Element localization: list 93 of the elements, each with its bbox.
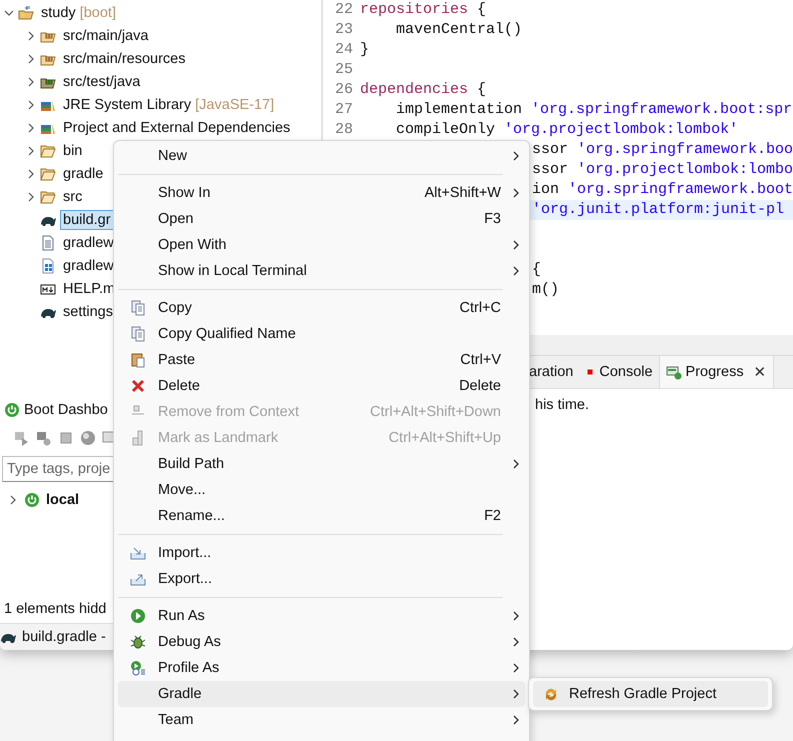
view-tab[interactable]: Progress ✕ — [658, 356, 774, 388]
paste-icon — [130, 352, 146, 368]
menu-item[interactable]: Import... — [118, 540, 525, 566]
status-text: build.gradle - — [22, 629, 106, 645]
menu-item[interactable]: Debug As — [118, 629, 525, 655]
delete-icon — [130, 378, 146, 394]
line-number: 28 — [334, 120, 354, 140]
stop-icon[interactable] — [58, 430, 74, 446]
folder-icon — [40, 188, 56, 204]
hidden-elements-note: 1 elements hidd — [4, 601, 106, 617]
menu-item[interactable]: Profile As — [118, 655, 525, 681]
menu-item[interactable]: Move... — [118, 477, 525, 503]
folder-icon — [40, 142, 56, 158]
collapsed-chevron-icon[interactable] — [26, 30, 36, 40]
code-line: 'org.junit.platform:junit-pl — [532, 200, 784, 220]
collapsed-chevron-icon[interactable] — [26, 146, 36, 156]
import-icon — [130, 545, 146, 561]
collapsed-chevron-icon[interactable] — [26, 122, 36, 132]
folder-icon — [40, 166, 56, 182]
code-line: repositories { — [360, 0, 486, 20]
line-number: 27 — [334, 100, 354, 120]
expanded-chevron-icon[interactable] — [4, 8, 14, 18]
tree-item[interactable]: bin — [60, 140, 86, 160]
menu-item[interactable]: Gradle — [118, 681, 525, 707]
view-tab[interactable]: aration — [523, 356, 580, 388]
tree-item[interactable]: build.gr — [60, 210, 114, 230]
run-icon — [130, 608, 146, 624]
tree-item[interactable]: gradle — [60, 164, 106, 184]
tree-item[interactable]: gradlew — [60, 256, 117, 276]
code-line: ion 'org.springframework.boot — [532, 180, 793, 200]
line-number: 26 — [334, 80, 354, 100]
code-line: compileOnly 'org.projectlombok:lombok' — [396, 120, 738, 140]
code-line: dependencies { — [360, 80, 486, 100]
code-line: { — [532, 260, 542, 280]
menu-item[interactable]: Build Path — [118, 451, 525, 477]
code-line: implementation 'org.springframework.boot:spr — [396, 100, 792, 120]
collapsed-chevron-icon[interactable] — [8, 495, 18, 505]
start-icon[interactable] — [14, 430, 30, 446]
tree-item[interactable]: src/test/java — [60, 72, 144, 92]
line-number: 22 — [334, 0, 354, 20]
menu-item[interactable]: Paste Ctrl+V — [118, 347, 525, 373]
progress-icon — [666, 364, 682, 380]
menu-item[interactable]: Copy Qualified Name — [118, 321, 525, 347]
collapsed-chevron-icon[interactable] — [26, 168, 36, 178]
view-message: his time. — [535, 397, 589, 413]
debug-start-icon[interactable] — [36, 430, 52, 446]
menu-item[interactable]: Export... — [118, 566, 525, 592]
collapsed-chevron-icon[interactable] — [26, 76, 36, 86]
view-tab[interactable]: Console — [579, 356, 659, 388]
close-icon[interactable]: ✕ — [748, 363, 767, 381]
tree-item[interactable]: settings — [60, 302, 116, 322]
collapsed-chevron-icon[interactable] — [26, 192, 36, 202]
menu-item[interactable]: Open With — [118, 232, 525, 258]
tree-item[interactable]: gradlew — [60, 232, 117, 252]
code-line: ssor 'org.springframework.boo — [532, 140, 793, 160]
collapsed-chevron-icon[interactable] — [26, 100, 36, 110]
project-folder-icon — [18, 4, 34, 20]
windows-file-icon — [40, 258, 56, 274]
tree-item[interactable]: src/main/java — [60, 26, 152, 46]
copy-icon — [130, 300, 146, 316]
menu-item[interactable]: Delete Delete — [118, 373, 525, 399]
code-line: mavenCentral() — [396, 20, 522, 40]
line-number: 23 — [334, 20, 354, 40]
spring-boot-icon — [24, 492, 40, 508]
tree-item[interactable]: Project and External Dependencies — [60, 118, 294, 138]
line-number: 24 — [334, 40, 354, 60]
text-file-icon — [40, 234, 56, 250]
menu-item[interactable]: New — [118, 143, 525, 169]
tree-item[interactable]: src — [60, 186, 86, 206]
menu-item[interactable]: Show In Alt+Shift+W — [118, 180, 525, 206]
code-line: m() — [532, 280, 560, 300]
tree-item[interactable]: src/main/resources — [60, 48, 188, 68]
refresh-icon — [543, 686, 559, 702]
tree-item[interactable]: study [boot] — [38, 2, 119, 22]
menu-item[interactable]: Copy Ctrl+C — [118, 295, 525, 321]
tree-item[interactable]: JRE System Library [JavaSE-17] — [60, 94, 278, 114]
spring-boot-icon — [4, 402, 20, 418]
menu-item[interactable]: Refresh Gradle Project — [533, 681, 768, 707]
globe-icon[interactable] — [80, 430, 96, 446]
menu-item[interactable]: Team — [118, 707, 525, 733]
copy-icon — [130, 326, 146, 342]
code-line: } — [360, 40, 370, 60]
menu-item[interactable]: Show in Local Terminal — [118, 258, 525, 284]
tree-item[interactable]: local — [46, 492, 80, 508]
bug-icon — [130, 634, 146, 650]
line-number: 25 — [334, 60, 354, 80]
menu-item[interactable]: Rename... F2 — [118, 503, 525, 529]
menu-item[interactable]: Run As — [118, 603, 525, 629]
panel-title[interactable]: Boot Dashbo — [24, 402, 108, 418]
collapsed-chevron-icon[interactable] — [26, 54, 36, 64]
menu-item[interactable]: Open F3 — [118, 206, 525, 232]
code-line: ssor 'org.projectlombok:lombo — [532, 160, 793, 180]
profile-icon — [130, 660, 146, 676]
